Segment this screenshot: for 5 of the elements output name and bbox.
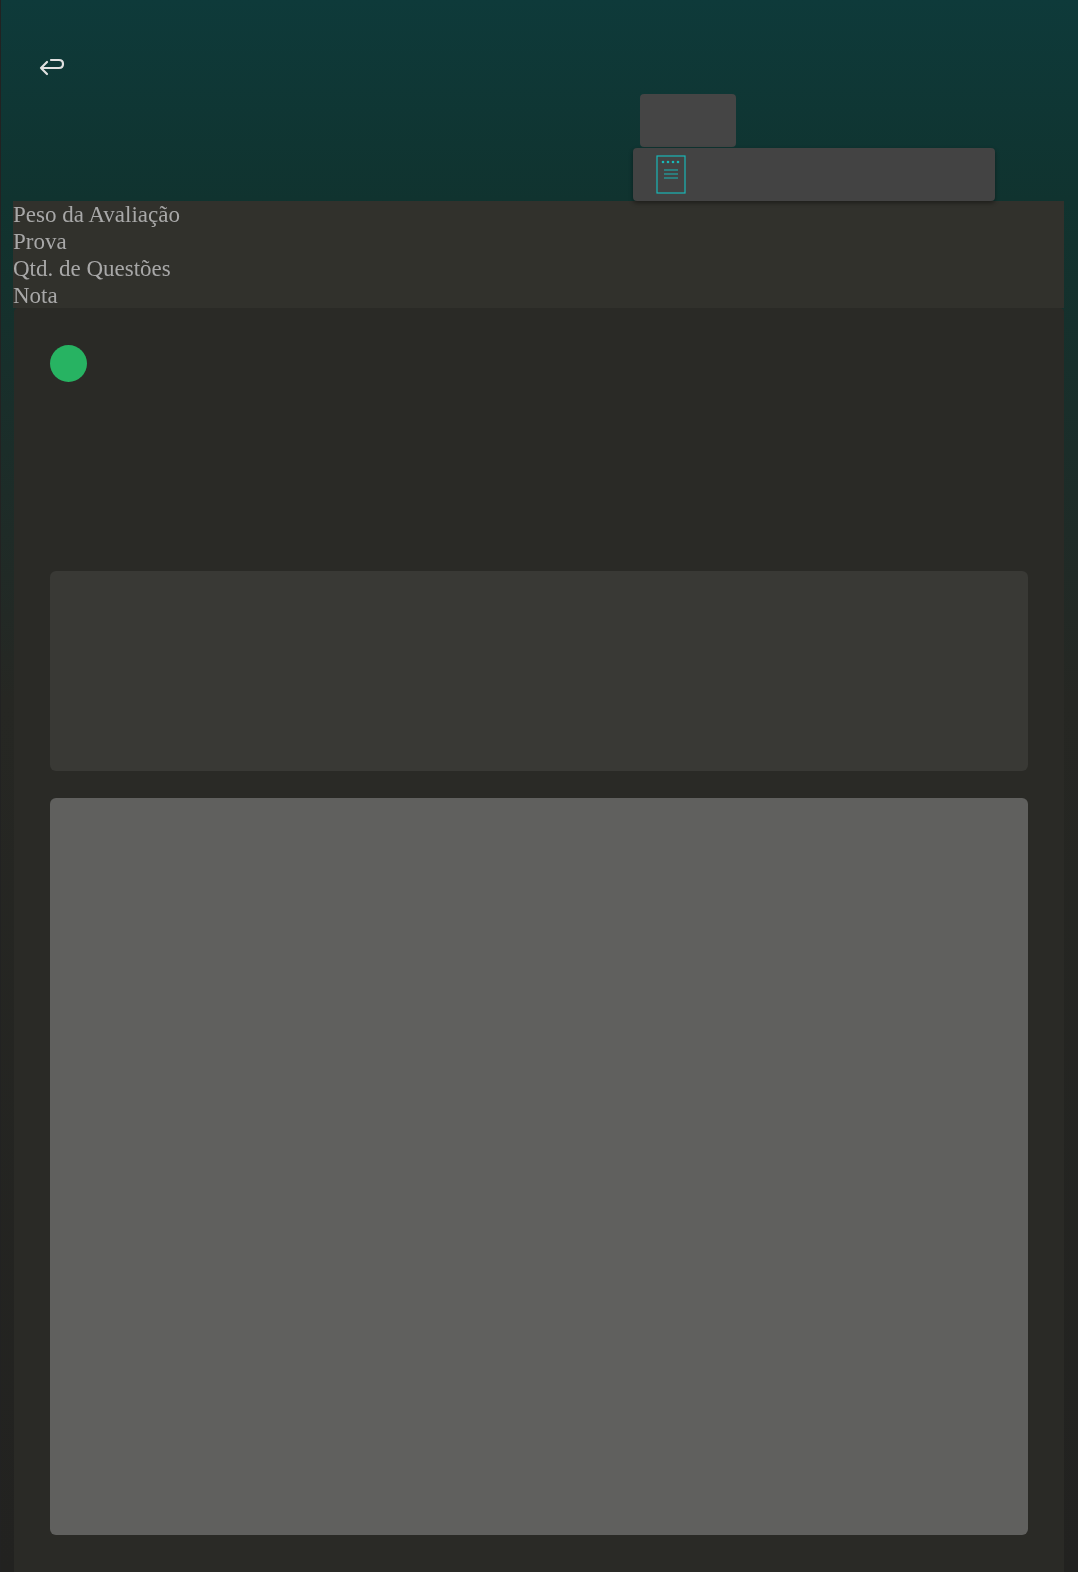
info-label: Nota <box>13 282 58 308</box>
info-label: Prova <box>13 228 67 255</box>
info-label: Qtd. de Questões <box>13 255 171 282</box>
info-label: Peso da Avaliação <box>13 201 180 228</box>
document-icon[interactable] <box>656 155 686 194</box>
